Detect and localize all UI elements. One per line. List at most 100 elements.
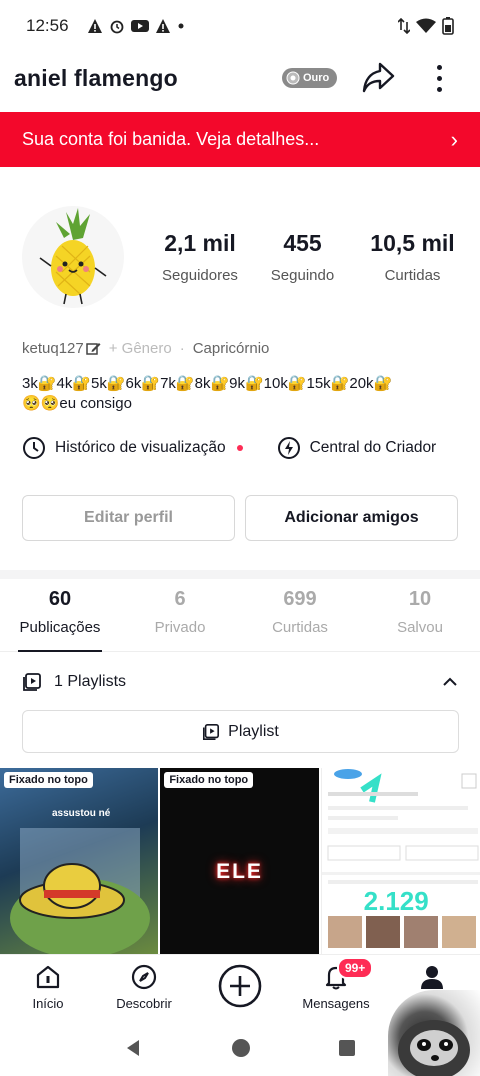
tab-count: 60 bbox=[48, 588, 72, 610]
tab-posts[interactable]: 60 Publicações bbox=[0, 588, 120, 652]
warning-icon bbox=[155, 19, 170, 33]
nav-create[interactable] bbox=[192, 955, 288, 1020]
tab-count: 6 bbox=[174, 588, 186, 610]
stat-label: Curtidas bbox=[384, 267, 441, 284]
watch-history-label: Histórico de visualização bbox=[55, 439, 226, 456]
nav-discover-label: Descobrir bbox=[116, 996, 172, 1011]
profile-actions: Editar perfil Adicionar amigos bbox=[22, 495, 458, 541]
tab-label: Curtidas bbox=[272, 619, 328, 636]
more-dot-icon bbox=[436, 75, 442, 81]
banner-text: Sua conta foi banida. Veja detalhes... bbox=[22, 129, 320, 149]
plus-circle-icon bbox=[218, 964, 262, 1008]
profile-links: Histórico de visualização Central do Cri… bbox=[22, 436, 462, 460]
video-caption: assustou né bbox=[52, 808, 111, 819]
nav-discover[interactable]: Descobrir bbox=[96, 955, 192, 1020]
avatar[interactable] bbox=[22, 206, 124, 308]
bio-line: 🥺🥺eu consigo bbox=[22, 395, 132, 412]
add-friends-button[interactable]: Adicionar amigos bbox=[245, 495, 458, 541]
meta-separator: · bbox=[179, 340, 185, 357]
tier-badge[interactable]: Ouro bbox=[282, 68, 338, 88]
tab-label: Salvou bbox=[397, 619, 443, 636]
floating-video-bubble[interactable] bbox=[388, 990, 480, 1076]
add-gender-link[interactable]: + Gênero bbox=[109, 340, 172, 357]
profile-stats: 2,1 mil Seguidores 455 Seguindo 10,5 mil… bbox=[150, 230, 470, 284]
video-thumbnail[interactable]: Fixado no topo ELE bbox=[160, 768, 319, 954]
more-dot-icon bbox=[436, 64, 442, 70]
system-icons bbox=[398, 17, 454, 35]
tab-private[interactable]: 6 Privado bbox=[120, 588, 240, 651]
profile-bio: 3k🔐4k🔐5k🔐6k🔐7k🔐8k🔐9k🔐10k🔐15k🔐20k🔐 🥺🥺eu c… bbox=[22, 374, 462, 414]
edit-profile-button[interactable]: Editar perfil bbox=[22, 495, 235, 541]
video-thumbnail[interactable]: Fixado no topo assustou né bbox=[0, 768, 159, 954]
messages-badge: 99+ bbox=[336, 957, 374, 979]
clock: 12:56 bbox=[26, 16, 69, 35]
tab-label: Publicações bbox=[19, 619, 101, 636]
video-thumbnail[interactable]: 2.129 bbox=[320, 768, 480, 954]
share-button[interactable] bbox=[362, 60, 396, 94]
more-options-button[interactable] bbox=[426, 60, 452, 96]
creator-center-link[interactable]: Central do Criador bbox=[277, 436, 437, 460]
stat-value: 2,1 mil bbox=[164, 230, 236, 256]
lightning-circle-icon bbox=[277, 437, 300, 459]
profile-username: aniel flamengo bbox=[14, 65, 178, 91]
playlist-icon bbox=[23, 673, 41, 691]
video-grid: Fixado no topo assustou né Fixado no top… bbox=[0, 768, 480, 954]
watch-history-link[interactable]: Histórico de visualização bbox=[22, 436, 243, 460]
stat-following[interactable]: 455 Seguindo bbox=[250, 230, 355, 284]
recents-icon[interactable] bbox=[338, 1039, 356, 1057]
profile-handle: ketuq127 bbox=[22, 340, 84, 357]
nav-home[interactable]: Início bbox=[0, 955, 96, 1020]
tab-label: Privado bbox=[154, 619, 206, 636]
home-icon bbox=[36, 965, 60, 989]
warning-icon bbox=[87, 19, 102, 33]
compass-icon bbox=[131, 964, 157, 990]
raccoon-face-icon bbox=[398, 1020, 470, 1076]
chevron-right-icon: › bbox=[450, 126, 458, 152]
creator-center-label: Central do Criador bbox=[309, 439, 437, 456]
pinned-badge: Fixado no topo bbox=[164, 772, 254, 788]
video-caption: ELE bbox=[216, 860, 263, 883]
account-banned-banner[interactable]: Sua conta foi banida. Veja detalhes... › bbox=[0, 112, 480, 167]
back-icon[interactable] bbox=[124, 1038, 144, 1058]
pinned-badge: Fixado no topo bbox=[4, 772, 93, 788]
profile-icon bbox=[421, 966, 443, 989]
playlist-button-label: Playlist bbox=[228, 722, 279, 740]
content-tabs: 60 Publicações 6 Privado 699 Curtidas 10… bbox=[0, 588, 480, 652]
stat-value: 10,5 mil bbox=[370, 230, 455, 256]
share-arrow-icon bbox=[362, 62, 395, 93]
data-transfer-icon bbox=[398, 18, 410, 34]
dot-icon bbox=[178, 23, 184, 29]
home-circle-icon[interactable] bbox=[231, 1038, 251, 1058]
clock-icon bbox=[23, 437, 45, 459]
youtube-icon bbox=[130, 20, 149, 32]
stat-followers[interactable]: 2,1 mil Seguidores bbox=[150, 230, 250, 284]
wifi-icon bbox=[416, 18, 436, 33]
stat-likes[interactable]: 10,5 mil Curtidas bbox=[355, 230, 470, 284]
more-dot-icon bbox=[436, 86, 442, 92]
nav-messages-label: Mensagens bbox=[302, 996, 370, 1011]
status-bar: 12:56 bbox=[0, 0, 480, 52]
chevron-up-icon bbox=[443, 677, 457, 686]
profile-screenshot-thumbnail bbox=[321, 769, 480, 948]
playlists-toggle[interactable]: 1 Playlists bbox=[22, 666, 458, 698]
nav-messages[interactable]: 99+ Mensagens bbox=[288, 955, 384, 1020]
tab-count: 10 bbox=[408, 588, 432, 610]
medal-icon bbox=[286, 71, 300, 85]
straw-hat-thumbnail bbox=[10, 828, 150, 954]
playlist-button[interactable]: Playlist bbox=[22, 710, 459, 753]
stat-label: Seguidores bbox=[162, 267, 238, 284]
nav-home-label: Início bbox=[32, 996, 64, 1011]
playlists-count-label: 1 Playlists bbox=[54, 673, 127, 690]
stat-label: Seguindo bbox=[270, 267, 335, 284]
tab-liked[interactable]: 699 Curtidas bbox=[240, 588, 360, 651]
pineapple-avatar-icon bbox=[39, 208, 107, 305]
tab-saved[interactable]: 10 Salvou bbox=[360, 588, 480, 651]
playlist-icon bbox=[203, 723, 220, 740]
section-divider bbox=[0, 570, 480, 579]
profile-header: aniel flamengo Ouro bbox=[0, 52, 480, 110]
bio-line: 3k🔐4k🔐5k🔐6k🔐7k🔐8k🔐9k🔐10k🔐15k🔐20k🔐 bbox=[22, 375, 393, 392]
zodiac-label: Capricórnio bbox=[192, 340, 270, 357]
alarm-icon bbox=[110, 20, 123, 34]
notification-icons bbox=[87, 18, 185, 34]
edit-icon[interactable] bbox=[85, 341, 101, 356]
